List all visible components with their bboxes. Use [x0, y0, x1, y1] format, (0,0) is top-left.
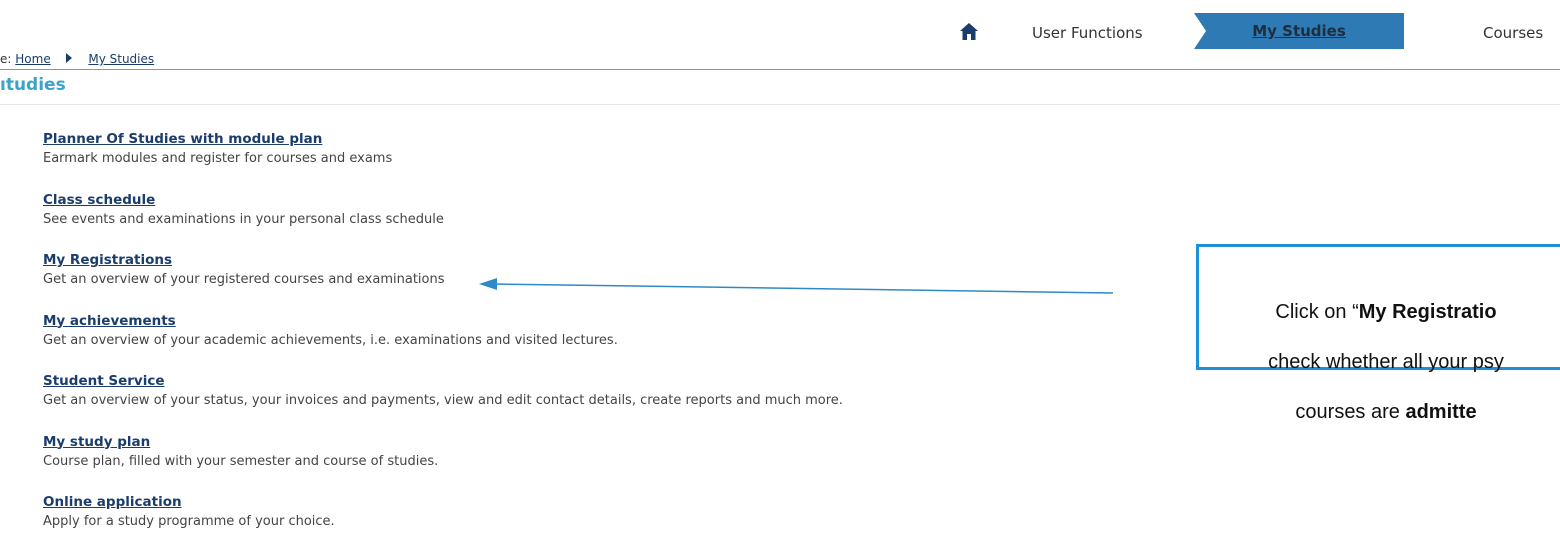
home-icon[interactable] [959, 22, 979, 42]
callout-line1-prefix: Click on “ [1275, 301, 1359, 323]
breadcrumb-home-link[interactable]: Home [15, 52, 50, 66]
link-description: See events and examinations in your pers… [43, 211, 444, 227]
page-title: ıtudies [0, 75, 66, 95]
link-description: Apply for a study programme of your choi… [43, 514, 335, 529]
chevron-right-icon [65, 52, 73, 66]
annotation-callout: Click on “My Registratio check whether a… [1196, 244, 1560, 423]
nav-courses[interactable]: Courses [1483, 18, 1543, 48]
nav-my-studies-label: My Studies [1252, 22, 1346, 40]
nav-user-functions[interactable]: User Functions [1032, 18, 1143, 48]
nav-my-studies[interactable]: My Studies [1194, 13, 1404, 49]
list-item: Planner Of Studies with module plan Earm… [43, 130, 843, 191]
list-item: Online application Apply for a study pro… [43, 493, 843, 554]
callout-line3-bold: admitte [1405, 401, 1477, 423]
link-description: Get an overview of your status, your inv… [43, 393, 843, 408]
callout-line3-prefix: courses are [1295, 401, 1406, 423]
list-item: My Registrations Get an overview of your… [43, 251, 843, 312]
breadcrumb-divider [0, 69, 1560, 70]
list-item: Class schedule See events and examinatio… [43, 191, 843, 252]
list-item: My study plan Course plan, filled with y… [43, 433, 843, 494]
breadcrumb: e: Home My Studies [0, 52, 154, 66]
link-description: Get an overview of your academic achieve… [43, 332, 618, 348]
breadcrumb-prefix: e: [0, 52, 12, 66]
link-description: Earmark modules and register for courses… [43, 151, 393, 166]
link-my-achievements[interactable]: My achievements [43, 312, 843, 331]
callout-line1-bold: My Registratio [1358, 301, 1497, 323]
list-item: My achievements Get an overview of your … [43, 312, 843, 373]
link-description: Course plan, filled with your semester a… [43, 453, 439, 469]
link-online-application[interactable]: Online application [43, 493, 843, 512]
callout-text: Click on “My Registratio check whether a… [1199, 275, 1560, 450]
breadcrumb-current-link[interactable]: My Studies [88, 52, 154, 66]
list-item: Student Service Get an overview of your … [43, 372, 843, 433]
link-description: Get an overview of your registered cours… [43, 272, 445, 287]
link-class-schedule[interactable]: Class schedule [43, 191, 843, 210]
link-student-service[interactable]: Student Service [43, 372, 843, 391]
title-divider [0, 104, 1560, 105]
studies-link-list: Planner Of Studies with module plan Earm… [43, 130, 843, 554]
link-planner-of-studies[interactable]: Planner Of Studies with module plan [43, 130, 843, 149]
link-my-study-plan[interactable]: My study plan [43, 433, 843, 452]
callout-line2: check whether all your psy [1268, 351, 1504, 373]
link-my-registrations[interactable]: My Registrations [43, 251, 843, 270]
